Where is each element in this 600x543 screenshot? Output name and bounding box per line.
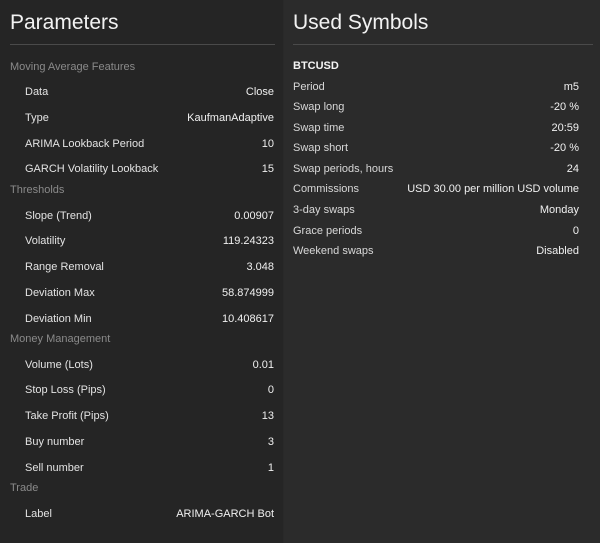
- param-row-slope: Slope (Trend) 0.00907: [25, 207, 274, 225]
- param-value: 119.24323: [222, 235, 274, 247]
- symbol-label: Weekend swaps: [293, 245, 374, 257]
- param-value: 0.00907: [234, 210, 274, 222]
- param-label: Range Removal: [25, 261, 104, 273]
- parameters-panel: Parameters Moving Average Features Data …: [0, 0, 283, 543]
- symbol-row-period: Period m5: [293, 79, 579, 95]
- symbol-row-swap-long: Swap long -20 %: [293, 99, 579, 115]
- param-label: Buy number: [25, 436, 85, 448]
- param-label: Label: [25, 508, 52, 520]
- used-symbols-title-divider: [293, 44, 593, 45]
- param-label: Deviation Min: [25, 313, 92, 325]
- parameters-title-divider: [10, 44, 275, 45]
- param-value: 0.01: [252, 359, 274, 371]
- param-label: Stop Loss (Pips): [25, 384, 106, 396]
- param-row-sell-number: Sell number 1: [25, 459, 274, 477]
- symbol-value: Disabled: [536, 245, 579, 257]
- param-row-arima-lookback: ARIMA Lookback Period 10: [25, 135, 274, 153]
- symbol-value: -20 %: [550, 101, 579, 113]
- param-row-type: Type KaufmanAdaptive: [25, 109, 274, 127]
- symbol-label: Commissions: [293, 183, 360, 195]
- param-label: Volume (Lots): [25, 359, 93, 371]
- param-label: Data: [25, 86, 49, 98]
- section-header-trade: Trade: [10, 482, 39, 494]
- param-row-stop-loss: Stop Loss (Pips) 0: [25, 381, 274, 399]
- symbol-row-swap-time: Swap time 20:59: [293, 120, 579, 136]
- param-row-volume: Volume (Lots) 0.01: [25, 356, 274, 374]
- parameters-title: Parameters: [10, 11, 119, 34]
- symbol-value: Monday: [539, 204, 579, 216]
- symbol-label: Swap time: [293, 122, 345, 134]
- param-label: Volatility: [25, 235, 66, 247]
- section-header-thresholds: Thresholds: [10, 184, 65, 196]
- param-value: 1: [267, 462, 274, 474]
- param-row-label: Label ARIMA-GARCH Bot: [25, 505, 274, 523]
- symbol-row-3day-swaps: 3-day swaps Monday: [293, 202, 579, 218]
- param-value: 10.408617: [222, 313, 274, 325]
- param-row-deviation-max: Deviation Max 58.874999: [25, 284, 274, 302]
- symbol-row-commissions: Commissions USD 30.00 per million USD vo…: [293, 181, 579, 197]
- param-row-volatility: Volatility 119.24323: [25, 232, 274, 250]
- symbol-label: Swap short: [293, 142, 349, 154]
- param-value: 0: [267, 384, 274, 396]
- param-value: 13: [261, 410, 274, 422]
- symbol-row-weekend-swaps: Weekend swaps Disabled: [293, 243, 579, 259]
- param-row-take-profit: Take Profit (Pips) 13: [25, 407, 274, 425]
- param-row-range-removal: Range Removal 3.048: [25, 258, 274, 276]
- param-value: 58.874999: [222, 287, 274, 299]
- symbol-value: 24: [566, 163, 579, 175]
- symbol-name: BTCUSD: [293, 60, 339, 72]
- param-value: 3: [267, 436, 274, 448]
- param-label: ARIMA Lookback Period: [25, 138, 145, 150]
- param-label: Type: [25, 112, 49, 124]
- used-symbols-panel: Used Symbols BTCUSD Period m5 Swap long …: [284, 0, 600, 543]
- param-label: GARCH Volatility Lookback: [25, 163, 159, 175]
- symbol-value: 20:59: [551, 122, 579, 134]
- symbol-row-swap-short: Swap short -20 %: [293, 140, 579, 156]
- param-value: 10: [261, 138, 274, 150]
- param-label: Take Profit (Pips): [25, 410, 109, 422]
- symbol-label: Grace periods: [293, 225, 363, 237]
- param-label: Deviation Max: [25, 287, 95, 299]
- param-value: ARIMA-GARCH Bot: [176, 508, 274, 520]
- symbol-value: USD 30.00 per million USD volume: [407, 183, 579, 195]
- symbol-label: Swap long: [293, 101, 345, 113]
- param-row-deviation-min: Deviation Min 10.408617: [25, 310, 274, 328]
- param-value: Close: [245, 86, 274, 98]
- param-value: KaufmanAdaptive: [187, 112, 274, 124]
- used-symbols-title: Used Symbols: [293, 11, 429, 34]
- param-label: Sell number: [25, 462, 84, 474]
- symbol-label: Period: [293, 81, 325, 93]
- param-value: 15: [261, 163, 274, 175]
- section-header-money-management: Money Management: [10, 333, 111, 345]
- param-row-data: Data Close: [25, 83, 274, 101]
- symbol-label: 3-day swaps: [293, 204, 355, 216]
- symbol-row-grace-periods: Grace periods 0: [293, 223, 579, 239]
- symbol-label: Swap periods, hours: [293, 163, 394, 175]
- symbol-value: -20 %: [550, 142, 579, 154]
- symbol-value: m5: [563, 81, 579, 93]
- param-value: 3.048: [246, 261, 274, 273]
- section-header-moving-average: Moving Average Features: [10, 61, 136, 73]
- symbol-value: 0: [572, 225, 579, 237]
- symbol-row-swap-periods: Swap periods, hours 24: [293, 161, 579, 177]
- param-label: Slope (Trend): [25, 210, 92, 222]
- param-row-garch-lookback: GARCH Volatility Lookback 15: [25, 160, 274, 178]
- param-row-buy-number: Buy number 3: [25, 433, 274, 451]
